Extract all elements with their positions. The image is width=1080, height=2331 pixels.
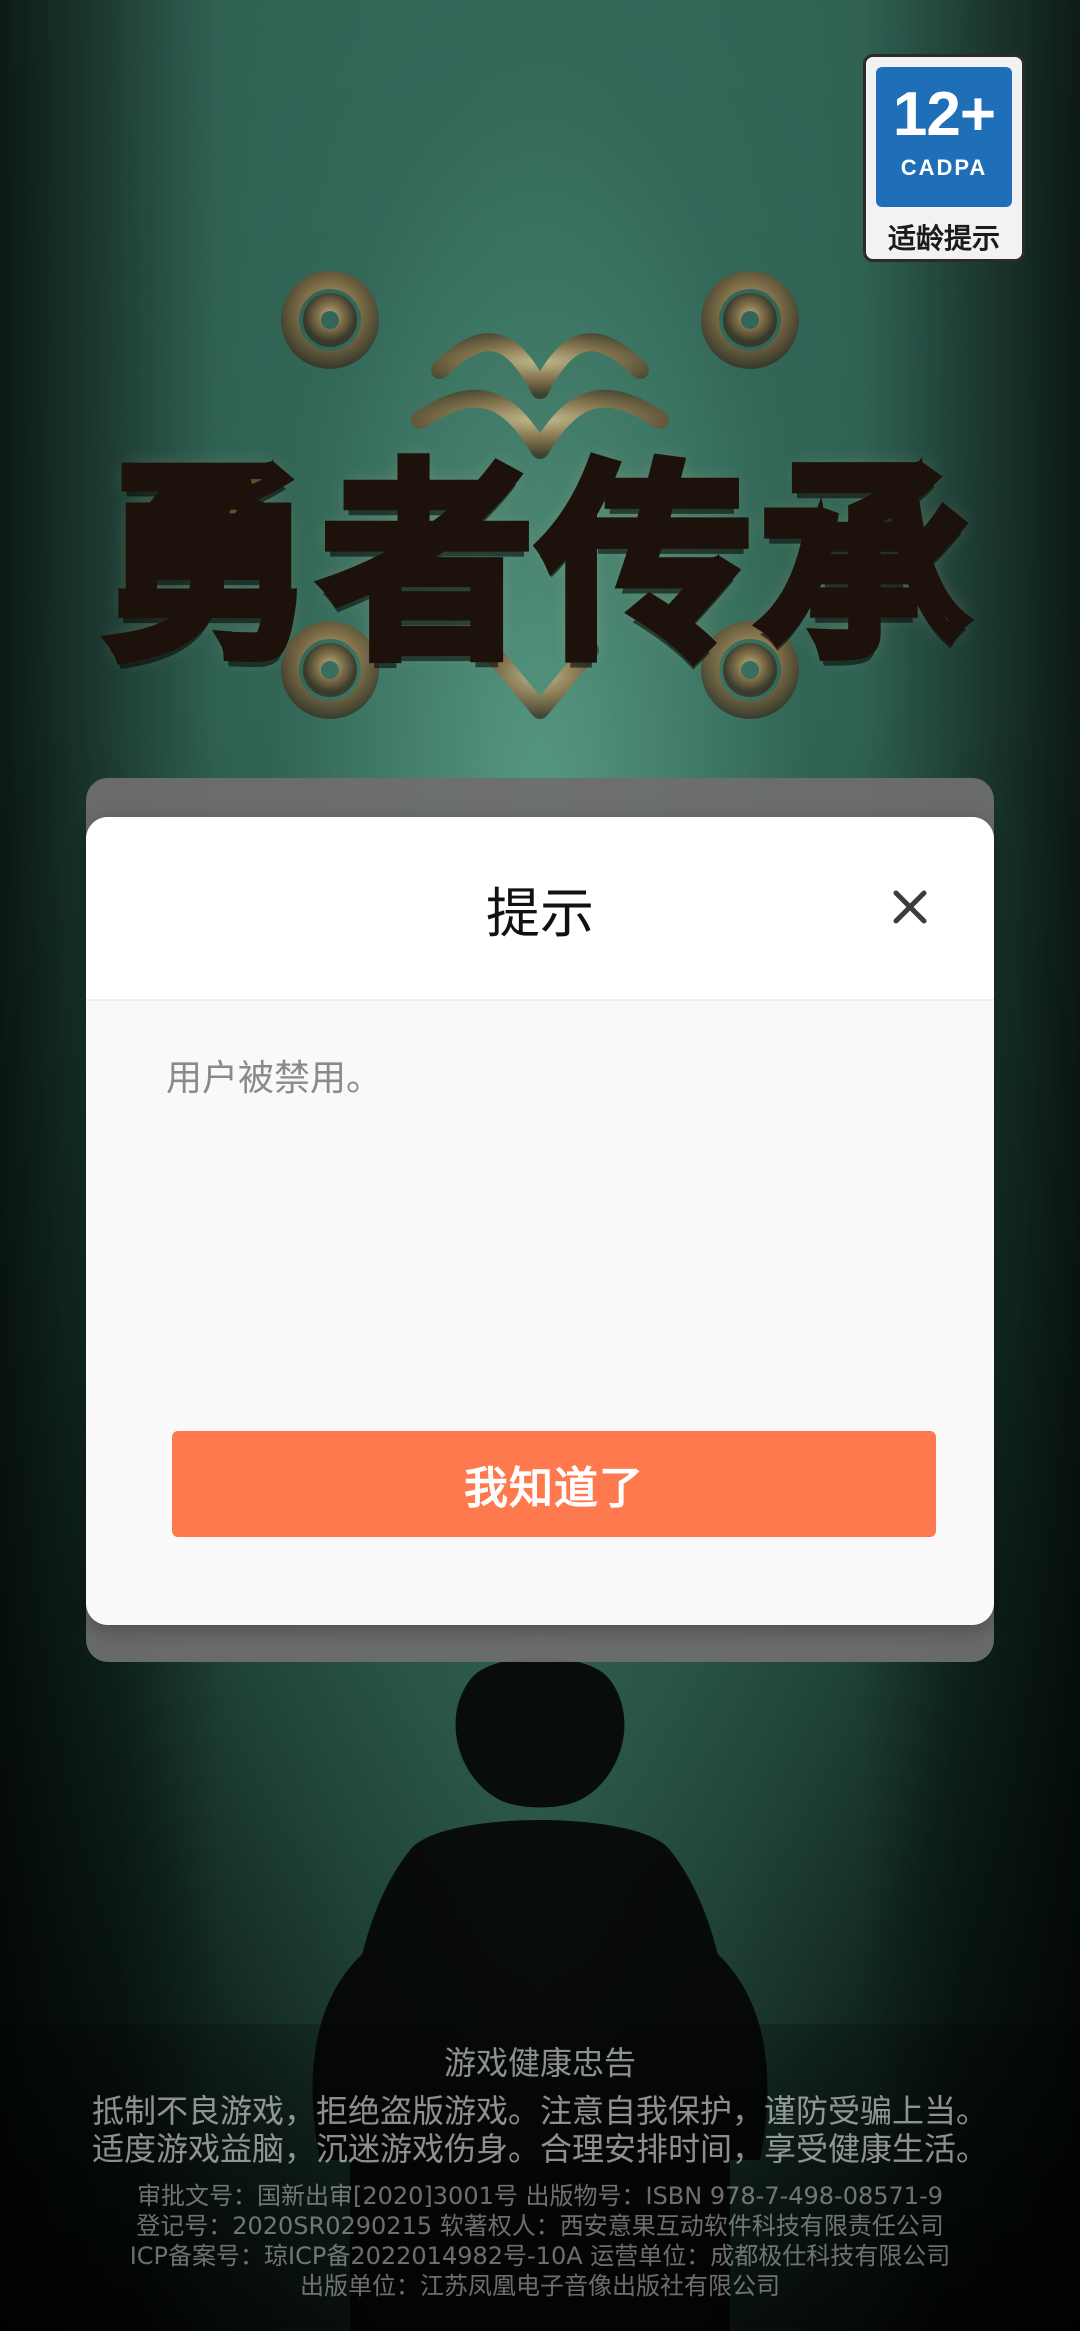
acknowledge-button[interactable]: 我知道了 [172,1431,936,1537]
age-rating-org: CADPA [900,155,988,180]
modal-header: 提示 [86,817,994,1001]
age-rating-note: 适龄提示 [887,222,1000,255]
health-notice-footer: 游戏健康忠告 抵制不良游戏，拒绝盗版游戏。注意自我保护，谨防受骗上当。 适度游戏… [0,2024,1080,2331]
modal-message: 用户被禁用。 [166,1058,383,1099]
health-notice-line-2: 适度游戏益脑，沉迷游戏伤身。合理安排时间，享受健康生活。 [91,2130,988,2168]
age-rating-badge: 12+ CADPA 适龄提示 [863,54,1025,262]
game-title: 勇者传承 [99,436,976,693]
modal-body: 用户被禁用。 我知道了 [86,1001,994,1625]
modal-title: 提示 [486,882,594,945]
age-rating-value: 12+ [892,80,996,149]
alert-modal: 提示 用户被禁用。 我知道了 [86,817,994,1625]
close-button[interactable] [878,875,942,939]
close-icon [878,875,942,939]
health-notice-title: 游戏健康忠告 [443,2044,636,2082]
registration-line-4: 出版单位：江苏凤凰电子音像出版社有限公司 [300,2272,780,2300]
